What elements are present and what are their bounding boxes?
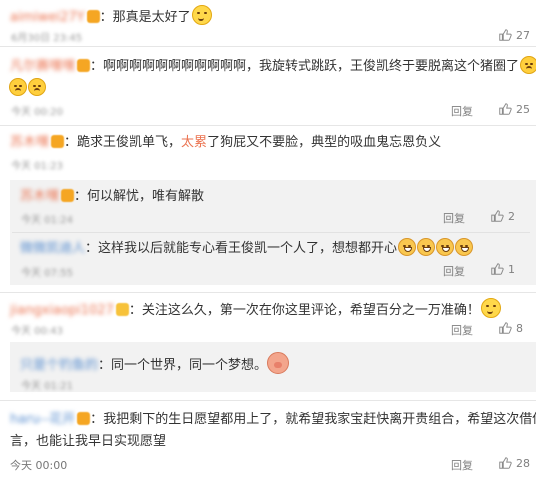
reply-button[interactable]: 回复 [451, 457, 473, 473]
comment-content: jiangxiaopi1027 ：关注这么久，第一次在你这里评论，希望百分之一万准… [10, 298, 501, 320]
username[interactable]: haru--花开 [10, 412, 75, 427]
reply-time: 今天 01:24 [21, 215, 73, 226]
comment-time: 今天 00:43 [11, 326, 63, 337]
smile-emoji-icon [480, 298, 501, 318]
thumbs-up-icon [491, 263, 504, 275]
like-count: 28 [516, 456, 530, 470]
reply-time: 今天 01:21 [21, 381, 73, 392]
username[interactable]: 微微凯迪人 [20, 241, 85, 256]
divider [12, 232, 530, 233]
pig-emoji-icon [267, 352, 290, 374]
username[interactable]: 只是个钓鱼的 [20, 358, 98, 373]
thumbs-up-icon [499, 29, 512, 41]
username[interactable]: 苏木嘿 [10, 135, 49, 150]
divider [0, 125, 536, 126]
comment-time: 今天 01:23 [11, 161, 63, 172]
comment-content: 苏木嘿 ：跪求王俊凯单飞，太累了狗屁又不要脸，典型的吸血鬼忘恩负义 [10, 135, 442, 150]
reply-text: 同一个世界，同一个梦想。 [111, 358, 268, 373]
like-button[interactable]: 25 [498, 102, 530, 116]
reply-content: 苏木嘿 ：何以解忧，唯有解散 [20, 189, 205, 204]
comment-text: 那真是太好了 [112, 10, 191, 25]
reply-button[interactable]: 回复 [443, 210, 465, 226]
vip-badge-icon [61, 189, 75, 202]
reply-button[interactable]: 回复 [451, 103, 473, 119]
comment-text: 啊啊啊啊啊啊啊啊啊啊啊，我旋转式跳跃，王俊凯终于要脱离这个猪圈了 [103, 59, 520, 74]
like-count: 8 [516, 321, 523, 335]
smile-emoji-icon [191, 5, 212, 25]
grin-emoji-icon [455, 238, 474, 256]
vip-badge-icon [51, 135, 65, 148]
like-count: 25 [516, 102, 530, 116]
reply-text: 何以解忧，唯有解散 [87, 189, 205, 204]
like-button[interactable]: 27 [498, 28, 530, 42]
like-button[interactable]: 28 [498, 456, 530, 470]
comment-text: 跪求王俊凯单飞， [77, 135, 182, 150]
like-button[interactable]: 2 [490, 209, 515, 223]
cry-emoji-icon [28, 78, 46, 96]
comment-text: 了狗屁又不要脸，典型的吸血鬼忘恩负义 [207, 135, 442, 150]
reply-time: 今天 07:55 [21, 268, 73, 279]
divider [0, 292, 536, 293]
comment-time: 今天 00:20 [11, 107, 63, 118]
divider [0, 46, 536, 47]
username[interactable]: jiangxiaopi1027 [10, 303, 114, 318]
grin-emoji-icon [398, 238, 417, 256]
reply-text: 这样我以后就能专心看王俊凯一个人了，想想都开心 [98, 241, 398, 256]
comment-content: aimiwei27Y ：那真是太好了 [10, 5, 212, 27]
reply-button[interactable]: 回复 [443, 263, 465, 279]
vip-badge-icon [115, 303, 129, 316]
reply-button[interactable]: 回复 [451, 322, 473, 338]
cry-emoji-icon [520, 56, 536, 74]
thumbs-up-icon [499, 322, 512, 334]
grin-emoji-icon [417, 238, 436, 256]
username[interactable]: aimiwei27Y [10, 10, 85, 25]
comment-text: 关注这么久，第一次在你这里评论，希望百分之一万准确！ [141, 303, 480, 318]
cry-emoji-icon [9, 78, 27, 96]
comment-time: 今天 00:00 [10, 459, 68, 472]
grin-emoji-icon [436, 238, 455, 256]
vip-badge-icon [86, 10, 100, 23]
comment-content: 凡尔赛嘿嘿 ：啊啊啊啊啊啊啊啊啊啊啊，我旋转式跳跃，王俊凯终于要脱离这个猪圈了 [10, 56, 536, 76]
reply-content: 微微凯迪人：这样我以后就能专心看王俊凯一个人了，想想都开心 [20, 238, 474, 258]
like-count: 27 [516, 28, 530, 42]
comment-text-continued: 言，也能让我早日实现愿望 [10, 434, 167, 449]
thumbs-up-icon [499, 103, 512, 115]
comment-link[interactable]: 太累 [181, 135, 207, 150]
username[interactable]: 苏木嘿 [20, 189, 59, 204]
like-count: 2 [508, 209, 515, 223]
like-button[interactable]: 1 [490, 262, 515, 276]
reply-content: 只是个钓鱼的：同一个世界，同一个梦想。 [20, 352, 290, 375]
comment-time: 6月30日 23:45 [11, 33, 83, 44]
comment-emoji-line [8, 78, 46, 98]
username[interactable]: 凡尔赛嘿嘿 [10, 59, 75, 74]
thumbs-up-icon [491, 210, 504, 222]
comment-content: haru--花开 ：我把剩下的生日愿望都用上了，就希望我家宝赶快离开贵组合，希望这… [10, 411, 536, 429]
like-count: 1 [508, 262, 515, 276]
like-button[interactable]: 8 [498, 321, 523, 335]
vip-badge-icon [77, 412, 91, 425]
comment-text: 我把剩下的生日愿望都用上了，就希望我家宝赶快离开贵组合，希望这次借你吉 [103, 412, 536, 427]
vip-badge-icon [77, 59, 91, 72]
thumbs-up-icon [499, 457, 512, 469]
divider [0, 400, 536, 401]
